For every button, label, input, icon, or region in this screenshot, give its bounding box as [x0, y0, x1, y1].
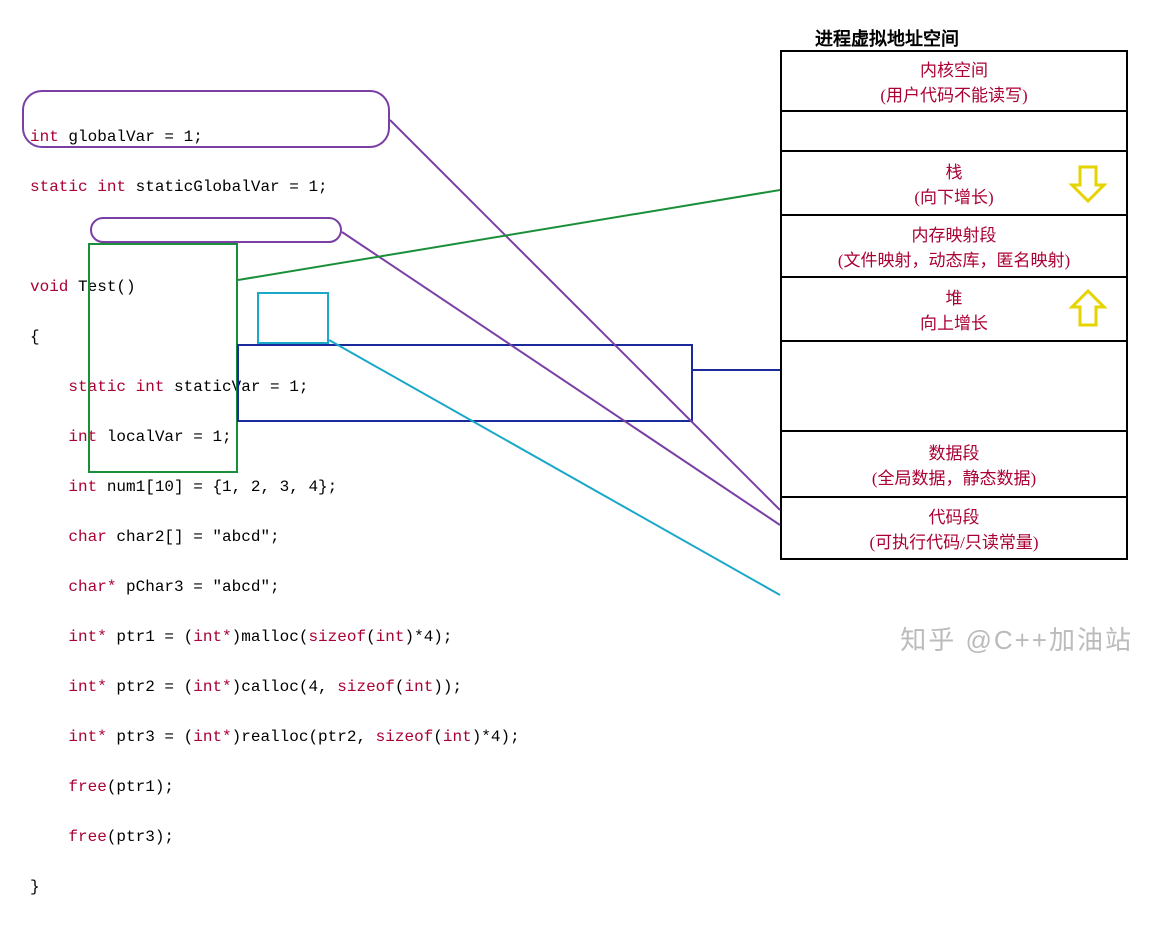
mem-kernel: 内核空间 (用户代码不能读写): [781, 51, 1127, 111]
keyword: int*: [193, 728, 231, 746]
keyword: int*: [68, 728, 106, 746]
code-line: int* ptr3 = (int*)realloc(ptr2, sizeof(i…: [30, 725, 520, 750]
keyword: sizeof: [308, 628, 366, 646]
mem-row-label: 栈: [946, 163, 963, 182]
code-text: )calloc(4,: [232, 678, 338, 696]
keyword: char: [68, 528, 106, 546]
memory-layout-title: 进程虚拟地址空间: [815, 25, 959, 51]
arrow-down-icon: [1068, 163, 1108, 203]
code-text: (: [433, 728, 443, 746]
mem-gap1: [781, 111, 1127, 151]
keyword: int: [376, 628, 405, 646]
mem-row-label: 内存映射段: [912, 226, 997, 245]
keyword: int: [443, 728, 472, 746]
highlight-local-block: [88, 243, 238, 473]
indent: [30, 678, 68, 696]
code-line: int* ptr1 = (int*)malloc(sizeof(int)*4);: [30, 625, 520, 650]
indent: [30, 728, 68, 746]
mem-code: 代码段 (可执行代码/只读常量): [781, 497, 1127, 559]
code-line: }: [30, 875, 520, 900]
highlight-static-var: [90, 217, 342, 243]
keyword: char*: [68, 578, 116, 596]
code-text: )*4);: [404, 628, 452, 646]
mem-row-label: 内核空间: [920, 61, 988, 80]
indent: [30, 528, 68, 546]
code-text: ptr3 = (: [107, 728, 193, 746]
code-line: int num1[10] = {1, 2, 3, 4};: [30, 475, 520, 500]
keyword: void: [30, 278, 68, 296]
code-text: staticGlobalVar = 1;: [126, 178, 328, 196]
code-text: }: [30, 878, 40, 896]
code-line: int* ptr2 = (int*)calloc(4, sizeof(int))…: [30, 675, 520, 700]
mem-stack: 栈 (向下增长): [781, 151, 1127, 215]
mem-row-sub: (全局数据，静态数据): [872, 469, 1036, 488]
keyword: int*: [193, 628, 231, 646]
code-line: char* pChar3 = "abcd";: [30, 575, 520, 600]
code-text: ptr1 = (: [107, 628, 193, 646]
mem-row-sub: (向下增长): [914, 188, 993, 207]
keyword: int*: [68, 628, 106, 646]
mem-row-label: 堆: [946, 289, 963, 308]
code-text: pChar3 = "abcd";: [116, 578, 279, 596]
indent: [30, 428, 68, 446]
highlight-string-literals: [257, 292, 329, 344]
code-text: (: [395, 678, 405, 696]
keyword: free: [68, 828, 106, 846]
keyword: free: [68, 778, 106, 796]
indent: [30, 578, 68, 596]
highlight-heap-calls: [237, 344, 693, 422]
code-line: char char2[] = "abcd";: [30, 525, 520, 550]
watermark: 知乎 @C++加油站: [900, 620, 1133, 657]
keyword: sizeof: [376, 728, 434, 746]
code-text: num1[10] = {1, 2, 3, 4};: [97, 478, 337, 496]
code-line: free(ptr1);: [30, 775, 520, 800]
mem-gap2: [781, 341, 1127, 431]
code-text: (ptr1);: [107, 778, 174, 796]
indent: [30, 828, 68, 846]
keyword: static int: [30, 178, 126, 196]
mem-row-label: 数据段: [929, 444, 980, 463]
code-text: (: [366, 628, 376, 646]
keyword: sizeof: [337, 678, 395, 696]
code-line: free(ptr3);: [30, 825, 520, 850]
mem-row-sub: (用户代码不能读写): [880, 86, 1027, 105]
code-text: char2[] = "abcd";: [107, 528, 280, 546]
mem-heap: 堆 向上增长: [781, 277, 1127, 341]
code-text: )realloc(ptr2,: [232, 728, 376, 746]
code-text: ));: [433, 678, 462, 696]
mem-row-sub: (可执行代码/只读常量): [869, 533, 1038, 552]
code-text: )*4);: [472, 728, 520, 746]
indent: [30, 628, 68, 646]
code-line: static int staticGlobalVar = 1;: [30, 175, 520, 200]
keyword: int*: [193, 678, 231, 696]
mem-mmap: 内存映射段 (文件映射，动态库，匿名映射): [781, 215, 1127, 277]
mem-row-label: 代码段: [929, 508, 980, 527]
code-text: {: [30, 328, 40, 346]
indent: [30, 378, 68, 396]
keyword: int*: [68, 678, 106, 696]
mem-row-sub: (文件映射，动态库，匿名映射): [838, 251, 1070, 270]
arrow-up-icon: [1068, 289, 1108, 329]
mem-data: 数据段 (全局数据，静态数据): [781, 431, 1127, 497]
keyword: int: [404, 678, 433, 696]
code-text: ptr2 = (: [107, 678, 193, 696]
memory-layout-table: 内核空间 (用户代码不能读写) 栈 (向下增长) 内存映射段 (文件映射，动态库…: [780, 50, 1128, 560]
code-text: )malloc(: [232, 628, 309, 646]
keyword: int: [68, 478, 97, 496]
highlight-globals: [22, 90, 390, 148]
mem-row-sub: 向上增长: [920, 314, 988, 333]
code-text: (ptr3);: [107, 828, 174, 846]
indent: [30, 478, 68, 496]
indent: [30, 778, 68, 796]
